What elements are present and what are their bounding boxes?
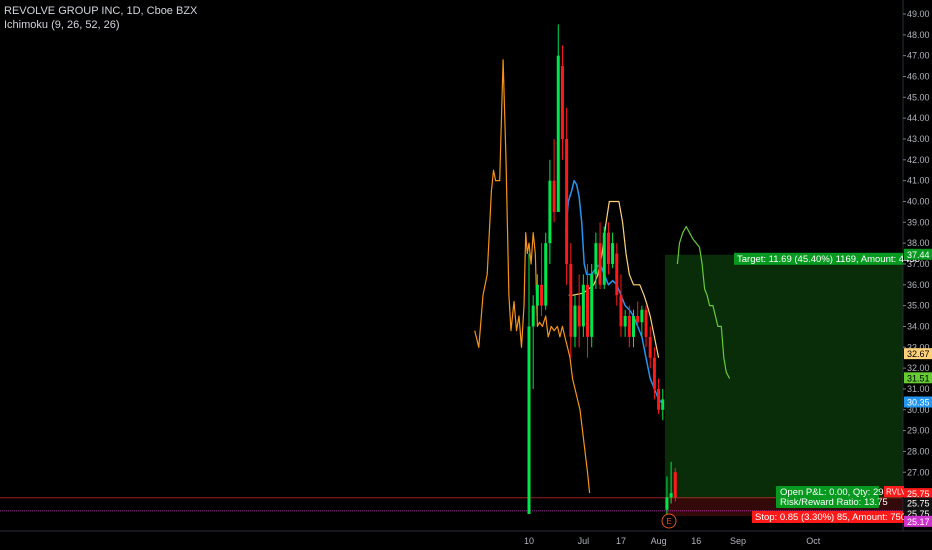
- candle-body: [632, 316, 635, 337]
- symbol-title: REVOLVE GROUP INC, 1D, Cboe BZX: [4, 5, 198, 17]
- candle-body: [644, 309, 648, 337]
- y-tick-label: 39.00: [907, 217, 930, 227]
- y-tick-label: 32.00: [907, 363, 930, 373]
- x-tick-label: Sep: [730, 536, 746, 546]
- candle-body: [648, 336, 652, 358]
- target-label: Target: 11.69 (45.40%) 1169, Amount: 443…: [737, 254, 920, 265]
- y-tick-label: 38.00: [907, 238, 930, 248]
- y-tick-label: 45.00: [907, 92, 930, 102]
- price-tag-label: 25.17: [907, 517, 930, 527]
- y-tick-label: 27.00: [907, 467, 930, 477]
- candle-body: [565, 138, 569, 264]
- price-chart[interactable]: 49.00 48.00 47.00 46.00 45.00 44.00 43.00 42.00…: [0, 0, 932, 550]
- candle-body: [535, 284, 539, 306]
- candle-body: [652, 357, 656, 389]
- x-tick-label: Oct: [806, 536, 821, 546]
- y-tick-label: 40.00: [907, 196, 930, 206]
- candle-body: [598, 243, 602, 285]
- candle-body: [556, 55, 560, 212]
- y-tick-label: 28.00: [907, 446, 930, 456]
- candle-body: [640, 309, 644, 323]
- y-tick-label: 47.00: [907, 51, 930, 61]
- candle-body: [577, 305, 581, 327]
- candle-body: [665, 497, 669, 510]
- symbol-tag: RVLV: [886, 488, 907, 497]
- y-tick-label: 43.00: [907, 134, 930, 144]
- candle-body: [594, 243, 598, 275]
- price-tag-label: 25.75: [907, 499, 930, 509]
- y-tick-label: 29.00: [907, 426, 930, 436]
- x-tick-label: Jul: [578, 536, 590, 546]
- x-tick-label: Aug: [651, 536, 667, 546]
- y-tick-label: 49.00: [907, 9, 930, 19]
- y-tick-label: 41.00: [907, 176, 930, 186]
- candle-body: [606, 232, 610, 264]
- stop-label: Stop: 0.85 (3.30%) 85, Amount: 750.1: [755, 512, 914, 523]
- candle-body: [560, 66, 564, 139]
- price-tag-label: 31.51: [907, 373, 930, 383]
- candle-body: [590, 274, 594, 337]
- y-tick-label: 36.00: [907, 280, 930, 290]
- candle-body: [527, 326, 531, 514]
- y-tick-label: 34.00: [907, 321, 930, 331]
- candle-body: [619, 295, 623, 327]
- candle-body: [540, 284, 544, 306]
- candle-body: [623, 316, 627, 327]
- risk-reward-label: Risk/Reward Ratio: 13.75: [780, 497, 888, 508]
- candle-body: [552, 180, 556, 212]
- candle-body: [581, 284, 585, 327]
- target-zone: [664, 254, 903, 499]
- candle-body: [611, 243, 615, 264]
- x-tick-label: 17: [616, 536, 626, 546]
- indicator-title: Ichimoku (9, 26, 52, 26): [4, 19, 120, 31]
- candle-body: [615, 253, 619, 296]
- price-tag-label: 30.35: [907, 397, 930, 407]
- earnings-marker-label: E: [666, 517, 671, 526]
- candle-body: [531, 305, 535, 327]
- candle-body: [661, 399, 665, 410]
- chart-legend: REVOLVE GROUP INC, 1D, Cboe BZX Ichimoku…: [4, 4, 197, 32]
- candle-body: [586, 284, 590, 337]
- candle-body: [544, 243, 548, 306]
- y-tick-label: 42.00: [907, 155, 930, 165]
- candle-body: [573, 305, 577, 337]
- x-tick-label: 10: [524, 536, 534, 546]
- candle-body: [673, 472, 677, 498]
- candle-body: [657, 388, 661, 410]
- y-tick-label: 35.00: [907, 301, 930, 311]
- candle-body: [548, 180, 552, 244]
- candle-body: [569, 263, 573, 337]
- y-tick-label: 44.00: [907, 113, 930, 123]
- candle-body: [602, 232, 606, 285]
- candle-body: [669, 493, 673, 498]
- y-tick-label: 46.00: [907, 71, 930, 81]
- price-tag-label: 37.44: [907, 250, 930, 260]
- candle-body: [627, 316, 631, 337]
- candle-body: [636, 316, 640, 323]
- price-tag-label: 32.67: [907, 349, 930, 359]
- y-tick-label: 31.00: [907, 384, 930, 394]
- y-tick-label: 48.00: [907, 30, 930, 40]
- x-tick-label: 16: [691, 536, 701, 546]
